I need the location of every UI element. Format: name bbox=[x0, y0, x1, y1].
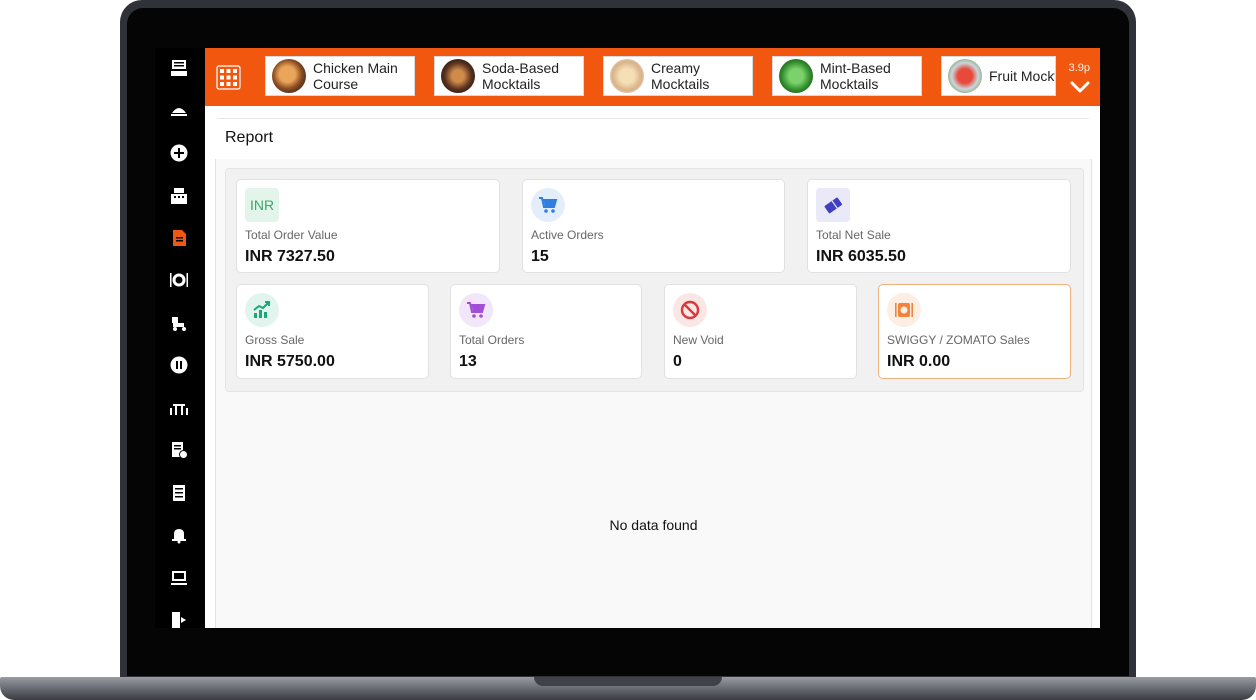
stat-label: Active Orders bbox=[531, 228, 604, 242]
creamy-mocktail-image bbox=[610, 59, 644, 93]
category-bar: Chicken Main Course Soda-Based Mocktails… bbox=[205, 48, 1100, 106]
cart-icon bbox=[459, 293, 493, 327]
stat-card-active-orders: Active Orders 15 bbox=[522, 179, 785, 273]
app-screen: Chicken Main Course Soda-Based Mocktails… bbox=[155, 48, 1100, 628]
category-creamy-mocktails[interactable]: Creamy Mocktails bbox=[603, 56, 753, 96]
empty-state-message: No data found bbox=[609, 517, 698, 533]
stat-label: New Void bbox=[673, 333, 724, 347]
growth-chart-icon bbox=[245, 293, 279, 327]
category-label: Soda-Based Mocktails bbox=[482, 60, 560, 92]
pos-terminal-icon[interactable] bbox=[168, 57, 190, 79]
stat-card-swiggy-zomato-sales: SWIGGY / ZOMATO Sales INR 0.00 bbox=[878, 284, 1071, 379]
category-label: Chicken Main Course bbox=[313, 60, 398, 92]
stat-value: 15 bbox=[531, 248, 549, 265]
laptop-notch bbox=[534, 677, 722, 686]
category-soda-based-mocktails[interactable]: Soda-Based Mocktails bbox=[434, 56, 584, 96]
category-label: Fruit Mockt bbox=[989, 68, 1056, 84]
cart-icon bbox=[531, 188, 565, 222]
category-label: Creamy Mocktails bbox=[651, 60, 710, 92]
stat-value: 13 bbox=[459, 353, 477, 370]
inr-icon: INR bbox=[245, 188, 279, 222]
dine-in-icon[interactable] bbox=[168, 99, 190, 121]
stat-value: INR 6035.50 bbox=[816, 248, 906, 265]
stat-card-new-void: New Void 0 bbox=[664, 284, 857, 379]
mint-mocktail-image bbox=[779, 59, 813, 93]
stat-label: Total Order Value bbox=[245, 228, 338, 242]
stats-panel: INR Total Order Value INR 7327.50 Active… bbox=[225, 168, 1084, 392]
computer-icon[interactable] bbox=[168, 567, 190, 589]
category-mint-based-mocktails[interactable]: Mint-Based Mocktails bbox=[772, 56, 922, 96]
stat-label: SWIGGY / ZOMATO Sales bbox=[887, 333, 1030, 347]
stat-card-total-orders: Total Orders 13 bbox=[450, 284, 642, 379]
category-label: Mint-Based Mocktails bbox=[820, 60, 891, 92]
food-plate-icon bbox=[887, 293, 921, 327]
stat-value: 0 bbox=[673, 353, 682, 370]
plate-icon[interactable] bbox=[168, 269, 190, 291]
stat-card-total-net-sale: Total Net Sale INR 6035.50 bbox=[807, 179, 1071, 273]
stat-value: INR 0.00 bbox=[887, 353, 951, 370]
add-icon[interactable] bbox=[168, 142, 190, 164]
category-chicken-main-course[interactable]: Chicken Main Course bbox=[265, 56, 415, 96]
stat-label: Total Orders bbox=[459, 333, 525, 347]
bell-icon[interactable] bbox=[168, 524, 190, 546]
stat-card-gross-sale: Gross Sale INR 5750.00 bbox=[236, 284, 429, 379]
report-icon[interactable] bbox=[168, 227, 190, 249]
sidebar bbox=[155, 48, 205, 628]
version-label: 3.9p bbox=[1068, 62, 1090, 74]
chevron-down-icon[interactable] bbox=[1070, 80, 1090, 94]
table-icon[interactable] bbox=[168, 397, 190, 419]
no-entry-icon bbox=[673, 293, 707, 327]
ticket-icon bbox=[816, 188, 850, 222]
chicken-dish-image bbox=[272, 59, 306, 93]
report-content: INR Total Order Value INR 7327.50 Active… bbox=[215, 159, 1092, 628]
stat-value: INR 7327.50 bbox=[245, 248, 335, 265]
stat-label: Total Net Sale bbox=[816, 228, 891, 242]
stat-label: Gross Sale bbox=[245, 333, 305, 347]
stat-card-total-order-value: INR Total Order Value INR 7327.50 bbox=[236, 179, 500, 273]
soda-mocktail-image bbox=[441, 59, 475, 93]
cash-register-icon[interactable] bbox=[168, 185, 190, 207]
grid-menu-icon[interactable] bbox=[216, 65, 241, 90]
receipt-icon[interactable] bbox=[168, 482, 190, 504]
stat-value: INR 5750.00 bbox=[245, 353, 335, 370]
fruit-mocktail-image bbox=[948, 59, 982, 93]
category-fruit-mocktails[interactable]: Fruit Mockt bbox=[941, 56, 1056, 96]
page-title: Report bbox=[225, 129, 274, 146]
report-header: Report bbox=[217, 118, 1089, 160]
pause-icon[interactable] bbox=[168, 354, 190, 376]
logout-icon[interactable] bbox=[168, 609, 190, 628]
delivery-icon[interactable] bbox=[168, 312, 190, 334]
bill-icon[interactable] bbox=[168, 439, 190, 461]
